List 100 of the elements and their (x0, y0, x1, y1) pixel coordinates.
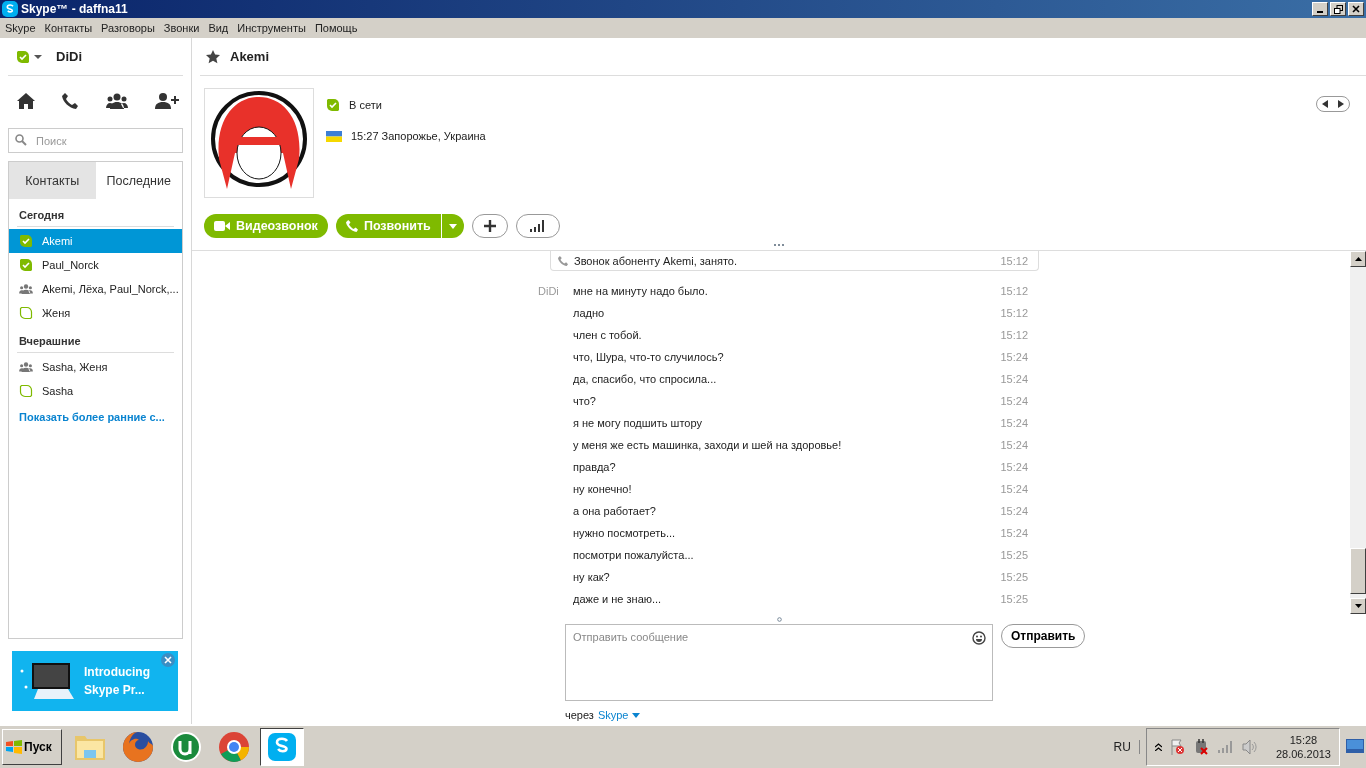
message-text: ладно (573, 307, 606, 319)
message-text: да, спасибо, что спросила... (573, 373, 718, 385)
skype-logo-icon (266, 731, 298, 763)
call-quality-button[interactable] (515, 214, 560, 238)
online-status-icon (19, 234, 33, 248)
home-icon[interactable] (17, 93, 35, 109)
torrent-logo-icon (170, 731, 202, 763)
up-arrow-icon[interactable] (1354, 257, 1362, 261)
clock[interactable]: 15:28 28.06.2013 (1275, 734, 1331, 760)
menu-item[interactable]: Вид (208, 22, 229, 34)
message-input[interactable]: Отправить сообщение (565, 624, 993, 701)
recent-item[interactable]: Sasha, Женя (9, 355, 182, 379)
clock-date: 28.06.2013 (1275, 748, 1331, 760)
message-text: даже и не знаю... (573, 593, 663, 605)
account-name[interactable]: DiDi (56, 49, 82, 64)
message-text: что? (573, 395, 597, 407)
online-status-icon (326, 98, 340, 112)
message-time: 15:25 (1000, 571, 1028, 583)
flag-error-icon[interactable] (1169, 739, 1186, 755)
message-text: член с тобой. (573, 329, 643, 341)
show-desktop-icon[interactable] (1346, 739, 1364, 755)
smiley-icon[interactable] (972, 631, 986, 645)
right-arrow-icon[interactable] (1338, 100, 1344, 108)
clock-time: 15:28 (1289, 734, 1318, 746)
call-event: Звонок абоненту Akemi, занято. 15:12 (550, 251, 1039, 271)
caret-icon (448, 223, 457, 229)
browser-logo-icon (218, 731, 250, 763)
message-text: правда? (573, 461, 617, 473)
via-dropdown[interactable]: Skype (597, 709, 641, 721)
close-button[interactable] (1348, 2, 1364, 16)
message-time: 15:25 (1000, 549, 1028, 561)
offline-status-icon (19, 306, 33, 320)
window-title: Skype™ - daffna11 (21, 2, 128, 16)
start-button[interactable]: Пуск (2, 729, 62, 765)
message-text: что, Шура, что-то случилось? (573, 351, 725, 363)
recent-item[interactable]: Akemi, Лёха, Paul_Norck,... (9, 277, 182, 301)
people-icon (19, 362, 33, 372)
message-time: 15:25 (1000, 593, 1028, 605)
recent-item[interactable]: Sasha (9, 379, 182, 403)
restore-icon (1333, 4, 1343, 14)
power-plug-icon[interactable] (1193, 739, 1210, 755)
menu-item[interactable]: Инструменты (237, 22, 306, 34)
star-icon[interactable] (206, 49, 220, 64)
offline-status-icon (19, 384, 33, 398)
video-camera-icon (214, 221, 230, 231)
left-arrow-icon[interactable] (1322, 100, 1328, 108)
language-indicator[interactable]: RU (1113, 740, 1140, 754)
fox-globe-icon (122, 731, 154, 763)
down-arrow-icon[interactable] (1354, 604, 1362, 608)
chevron-icon[interactable] (1154, 743, 1162, 751)
recent-item[interactable]: Paul_Norck (9, 253, 182, 277)
message-time: 15:12 (1000, 285, 1028, 297)
add-button[interactable] (471, 214, 508, 238)
search-icon (15, 134, 27, 146)
message-text: у меня же есть машинка, заходи и шей на здоровье! (573, 439, 843, 451)
close-icon (1352, 5, 1360, 13)
phone-icon (345, 220, 358, 232)
message-time: 15:24 (1000, 351, 1028, 363)
scrollbar[interactable] (1350, 251, 1366, 614)
send-button[interactable]: Отправить (1001, 624, 1086, 648)
close-icon[interactable] (161, 653, 175, 667)
phone-icon (558, 255, 568, 266)
message-time: 15:12 (1000, 307, 1028, 319)
message-text: посмотри пожалуйста... (573, 549, 695, 561)
message-text: ну как? (573, 571, 611, 583)
show-more-link[interactable]: Показать более ранние с... (9, 403, 182, 431)
menu-item[interactable]: Контакты (44, 22, 93, 34)
message-time: 15:24 (1000, 461, 1028, 473)
promo-text: Introducing (84, 665, 150, 679)
search-field[interactable]: Поиск (8, 128, 183, 153)
phone-icon[interactable] (62, 93, 79, 109)
skype-logo-icon (2, 1, 18, 17)
skype-taskbar-button[interactable] (260, 728, 304, 766)
flag-icon (326, 130, 342, 142)
recent-item[interactable]: Женя (9, 301, 182, 325)
menu-item[interactable]: Skype (5, 22, 36, 34)
restore-button[interactable] (1330, 2, 1346, 16)
scrollbar-thumb[interactable] (1350, 548, 1366, 594)
message-text: нужно посмотреть... (573, 527, 677, 539)
status-text: В сети (349, 99, 382, 111)
message-text: мне на минуту надо было. (573, 285, 709, 297)
message-time: 15:24 (1000, 505, 1028, 517)
signal-bars-icon (529, 220, 546, 232)
add-contact-icon[interactable] (155, 93, 179, 109)
menu-item[interactable]: Звонки (163, 22, 200, 34)
caret-icon (632, 712, 641, 718)
menu-item[interactable]: Разговоры (101, 22, 155, 34)
minimize-button[interactable] (1312, 2, 1328, 16)
group-heading: Сегодня (17, 199, 174, 227)
promo-text: Skype Pr... (84, 683, 146, 697)
people-icon[interactable] (105, 93, 128, 109)
menu-item[interactable]: Помощь (314, 22, 358, 34)
message-time: 15:24 (1000, 373, 1028, 385)
caret-icon[interactable] (34, 53, 42, 60)
message-time: 15:24 (1000, 395, 1028, 407)
resize-grip-icon[interactable] (776, 616, 782, 622)
tab[interactable]: Контакты (9, 162, 96, 199)
message-text: ну конечно! (573, 483, 633, 495)
via-label: через (565, 709, 594, 721)
message-text: а она работает? (573, 505, 657, 517)
